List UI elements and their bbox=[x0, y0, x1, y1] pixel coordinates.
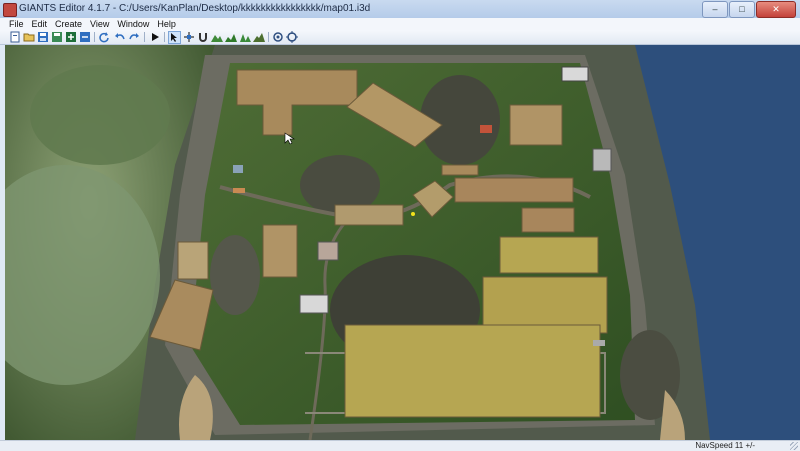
field-brown bbox=[454, 177, 574, 203]
maximize-button[interactable]: □ bbox=[729, 1, 755, 18]
field-brown bbox=[441, 164, 479, 176]
farm-building bbox=[317, 241, 339, 261]
field-brown bbox=[262, 224, 298, 278]
camera-icon[interactable] bbox=[272, 31, 284, 43]
resize-grip-icon[interactable] bbox=[790, 442, 798, 450]
redo-icon[interactable] bbox=[128, 31, 140, 43]
menu-create[interactable]: Create bbox=[51, 18, 86, 30]
silo-building bbox=[299, 294, 329, 314]
toolbar bbox=[0, 30, 800, 45]
field-yellow bbox=[344, 324, 601, 418]
window-title: GIANTS Editor 4.1.7 - C:/Users/KanPlan/D… bbox=[19, 3, 371, 14]
move-icon[interactable] bbox=[183, 31, 195, 43]
close-button[interactable]: ✕ bbox=[756, 1, 796, 18]
select-icon[interactable] bbox=[168, 31, 181, 44]
menu-file[interactable]: File bbox=[5, 18, 28, 30]
farm-building bbox=[561, 66, 589, 82]
open-folder-icon[interactable] bbox=[23, 31, 35, 43]
foliage-icon[interactable] bbox=[239, 31, 251, 43]
field-brown bbox=[177, 241, 209, 280]
field-brown bbox=[509, 104, 563, 146]
title-bar: GIANTS Editor 4.1.7 - C:/Users/KanPlan/D… bbox=[0, 0, 800, 19]
field-yellow bbox=[499, 236, 599, 274]
menu-view[interactable]: View bbox=[86, 18, 113, 30]
giants-app-icon bbox=[3, 3, 17, 17]
forest-cluster bbox=[210, 235, 260, 315]
terrain-render[interactable] bbox=[5, 45, 800, 440]
refresh-icon[interactable] bbox=[98, 31, 110, 43]
window-controls: – □ ✕ bbox=[702, 1, 796, 18]
house-building bbox=[233, 165, 243, 173]
status-bar: NavSpeed 11 +/- bbox=[0, 440, 800, 451]
mountain-icon[interactable] bbox=[253, 31, 265, 43]
export-icon[interactable] bbox=[79, 31, 91, 43]
minimize-button[interactable]: – bbox=[702, 1, 728, 18]
hill bbox=[30, 65, 170, 165]
new-file-icon[interactable] bbox=[9, 31, 21, 43]
play-icon[interactable] bbox=[149, 31, 161, 43]
terrain-sculpt-icon[interactable] bbox=[211, 31, 223, 43]
save-icon[interactable] bbox=[37, 31, 49, 43]
menu-help[interactable]: Help bbox=[153, 18, 180, 30]
3d-viewport[interactable] bbox=[5, 45, 800, 440]
paint-icon[interactable] bbox=[225, 31, 237, 43]
magnet-icon[interactable] bbox=[197, 31, 209, 43]
vehicle bbox=[233, 188, 245, 193]
toolbar-separator bbox=[144, 32, 145, 42]
trailer bbox=[593, 340, 605, 346]
menu-window[interactable]: Window bbox=[113, 18, 153, 30]
field-brown bbox=[521, 207, 575, 233]
farm-building bbox=[592, 148, 612, 172]
toolbar-separator bbox=[94, 32, 95, 42]
save-as-icon[interactable] bbox=[51, 31, 63, 43]
barn-building bbox=[480, 125, 492, 133]
toolbar-separator bbox=[164, 32, 165, 42]
selection-marker bbox=[411, 212, 415, 216]
import-icon[interactable] bbox=[65, 31, 77, 43]
menu-edit[interactable]: Edit bbox=[28, 18, 52, 30]
camera-target-icon[interactable] bbox=[286, 31, 298, 43]
field-brown bbox=[334, 204, 404, 226]
undo-icon[interactable] bbox=[114, 31, 126, 43]
toolbar-separator bbox=[268, 32, 269, 42]
